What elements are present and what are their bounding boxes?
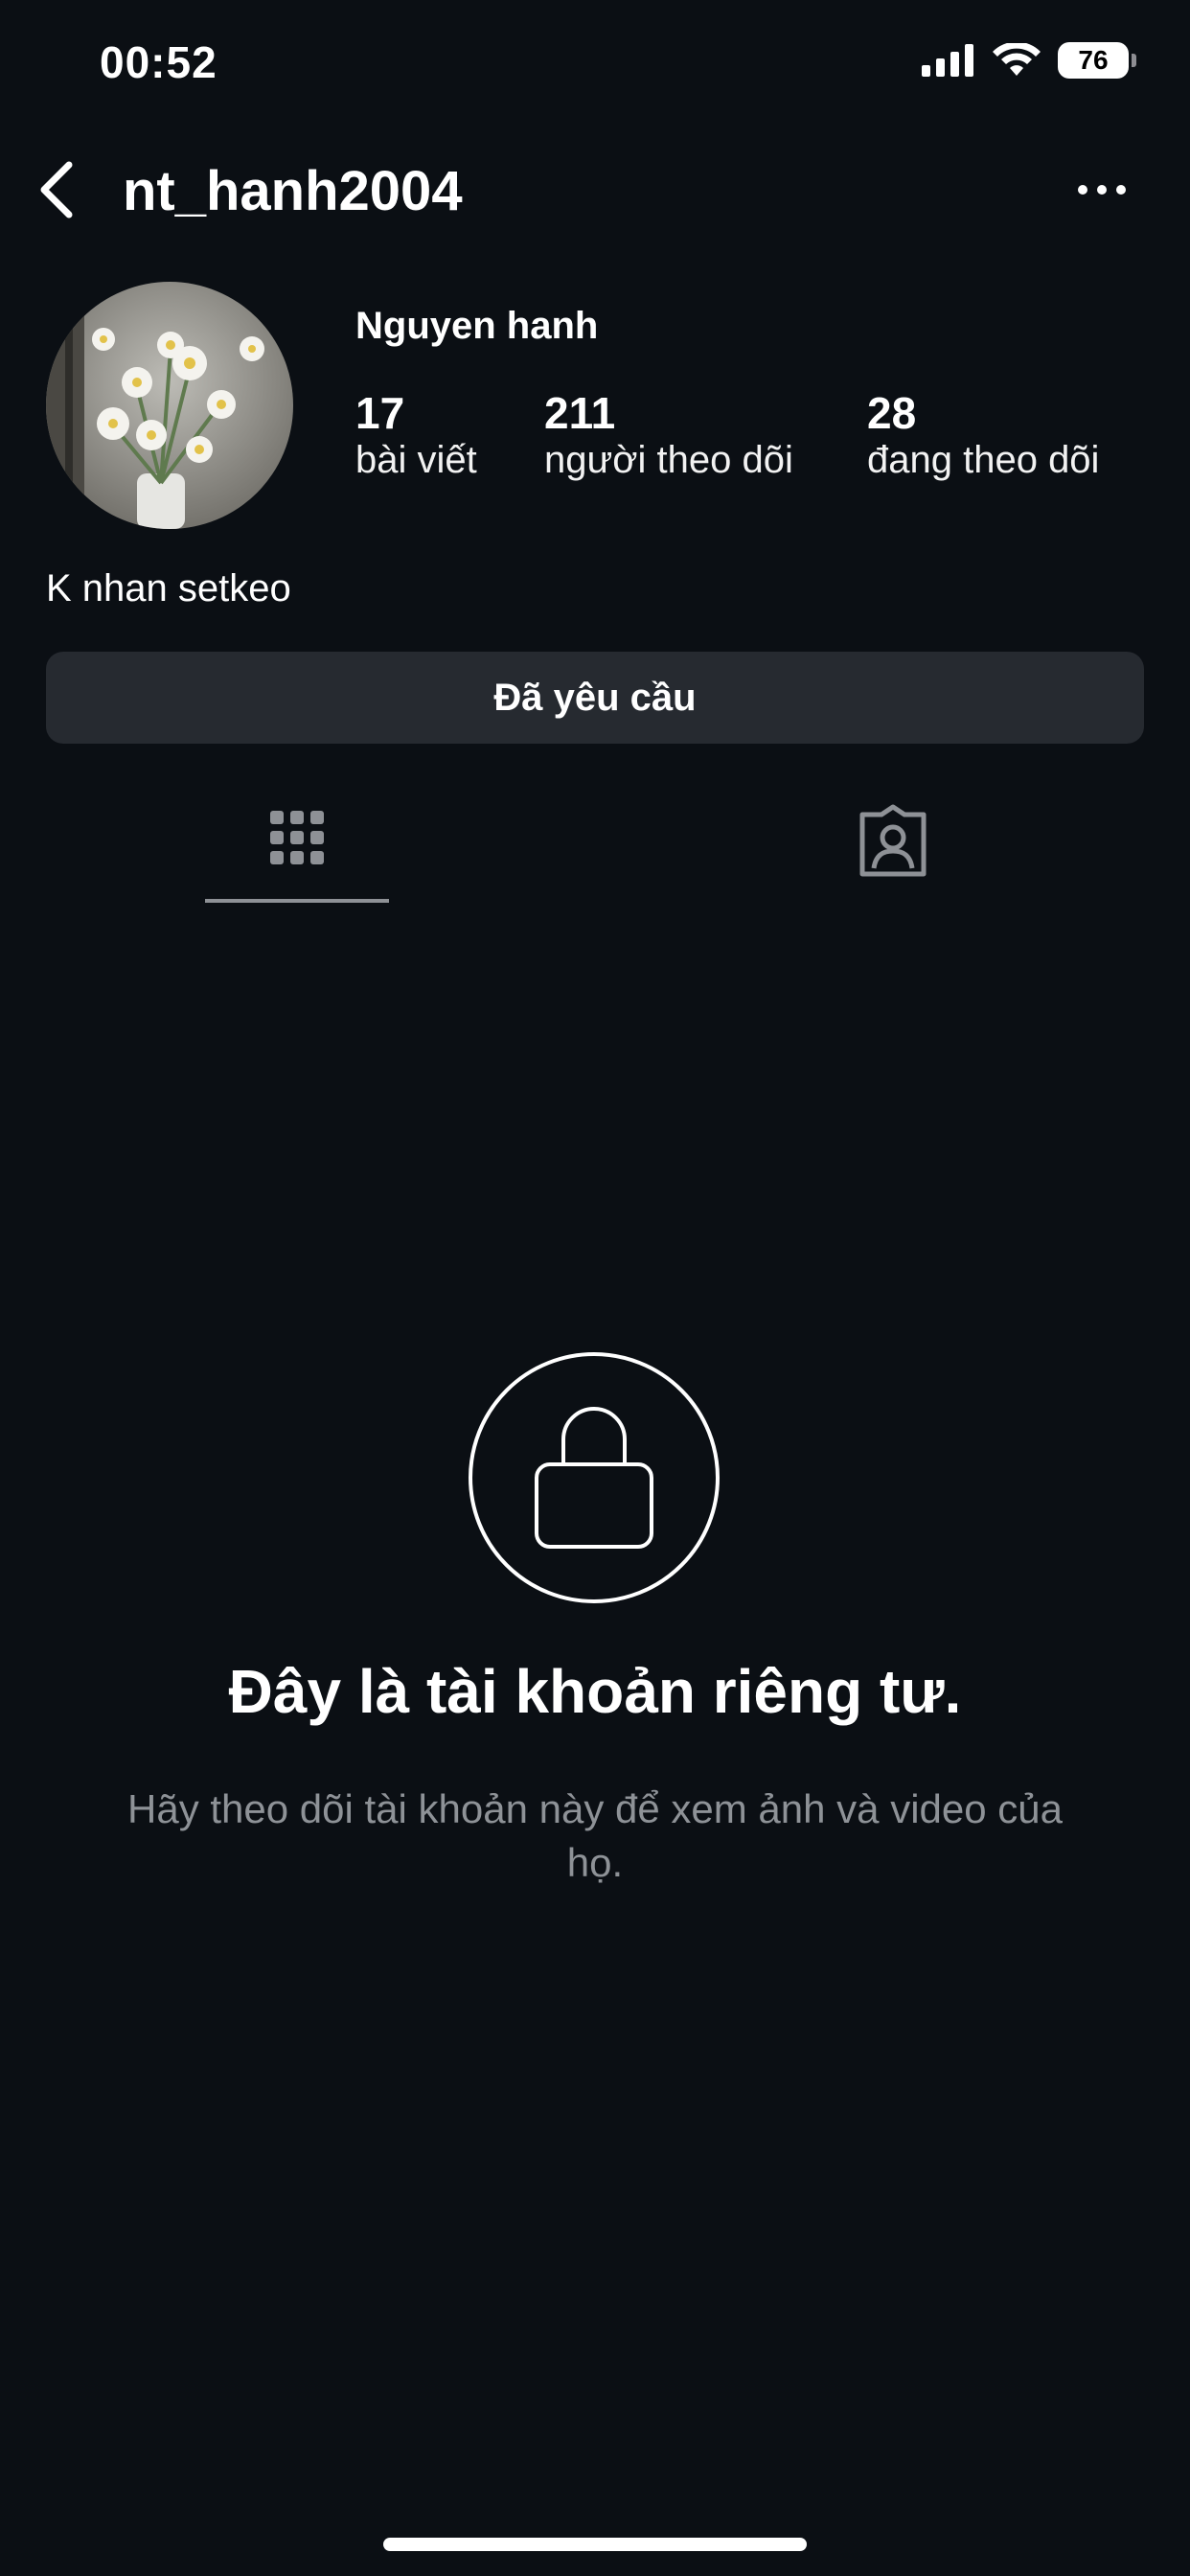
battery-level: 76 [1078, 45, 1109, 75]
avatar-image [46, 282, 293, 529]
more-options-button[interactable] [1075, 171, 1129, 209]
home-indicator[interactable] [383, 2538, 807, 2551]
stat-posts[interactable]: 17 bài viết [355, 387, 477, 482]
status-time: 00:52 [100, 37, 217, 87]
battery-icon: 76 [1058, 42, 1136, 79]
back-button[interactable] [34, 159, 82, 220]
stat-following-count: 28 [867, 388, 917, 438]
tab-posts-grid[interactable] [205, 801, 389, 907]
profile-username: nt_hanh2004 [123, 160, 463, 222]
lock-icon [468, 1351, 721, 1604]
grid-icon [270, 811, 324, 864]
profile-bio: K nhan setkeo [46, 567, 291, 610]
stat-followers-count: 211 [544, 388, 616, 438]
stat-following-label: đang theo dõi [867, 439, 1100, 481]
profile-display-name: Nguyen hanh [355, 305, 599, 347]
stat-following[interactable]: 28 đang theo dõi [867, 387, 1099, 482]
tab-tagged[interactable] [801, 801, 985, 907]
active-tab-indicator [205, 899, 389, 903]
profile-avatar[interactable] [46, 282, 293, 529]
battery-tip [1132, 54, 1136, 67]
stat-followers-label: người theo dõi [544, 439, 793, 481]
tagged-person-icon [859, 804, 927, 877]
requested-button[interactable]: Đã yêu cầu [46, 652, 1144, 744]
signal-icon [922, 44, 973, 77]
requested-button-label: Đã yêu cầu [493, 676, 697, 719]
private-account-subtitle: Hãy theo dõi tài khoản này để xem ảnh và… [127, 1786, 1063, 1885]
status-icons: 76 [922, 42, 1136, 79]
wifi-icon [993, 43, 1041, 76]
stat-posts-label: bài viết [355, 439, 477, 481]
chevron-left-icon [40, 161, 73, 218]
stat-followers[interactable]: 211 người theo dõi [544, 387, 793, 482]
more-horizontal-icon [1078, 185, 1126, 195]
private-account-title: Đây là tài khoản riêng tư. [228, 1657, 962, 1726]
stat-posts-count: 17 [355, 388, 405, 438]
